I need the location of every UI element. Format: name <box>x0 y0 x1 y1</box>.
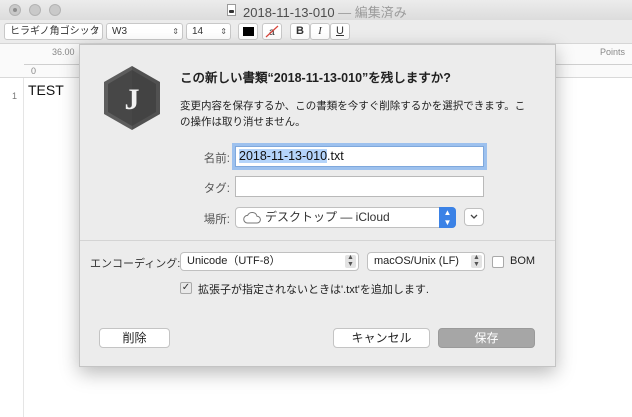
delete-button[interactable]: 削除 <box>99 328 170 348</box>
encoding-label: エンコーディング: <box>90 258 181 270</box>
document-proxy-icon[interactable] <box>227 4 236 16</box>
svg-text:J: J <box>125 83 140 116</box>
underline-button[interactable]: U <box>330 23 350 40</box>
font-weight-select[interactable]: W3 ⇕ <box>106 23 183 40</box>
ruler-position: 36.00 <box>52 47 75 57</box>
ruler-zero-mark: 0 <box>31 66 37 76</box>
save-dialog-sheet: J この新しい書類“2018-11-13-010”を残しますか? 変更内容を保存… <box>79 44 556 367</box>
append-extension-label: 拡張子が指定されないときは'.txt'を追加します. <box>198 284 429 296</box>
chevron-updown-icon: ▲ ▼ <box>471 254 482 268</box>
document-text[interactable]: TEST <box>28 82 64 98</box>
app-icon: J <box>104 66 160 130</box>
chevron-updown-icon: ⇕ <box>220 27 227 36</box>
line-ending-popup[interactable]: macOS/Unix (LF) ▲ ▼ <box>367 252 485 271</box>
chevron-updown-icon: ⇕ <box>92 27 99 36</box>
file-name-extension: .txt <box>327 149 344 163</box>
cancel-button[interactable]: キャンセル <box>333 328 430 348</box>
bold-button[interactable]: B <box>290 23 310 40</box>
window-title: 2018-11-13-010 — 編集済み <box>243 2 407 21</box>
file-name-field[interactable]: 2018-11-13-010.txt <box>235 146 484 167</box>
location-label: 場所: <box>203 214 230 226</box>
file-name-selection: 2018-11-13-010 <box>239 149 328 163</box>
encoding-popup[interactable]: Unicode（UTF-8） ▲ ▼ <box>180 252 359 271</box>
font-family-select[interactable]: ヒラギノ角ゴシック ⇕ <box>4 23 103 40</box>
chevron-updown-icon: ▲ ▼ <box>439 207 456 228</box>
highlight-color-button[interactable]: a <box>262 23 282 40</box>
highlight-none-icon: a <box>265 25 279 38</box>
encoding-value: Unicode（UTF-8） <box>187 255 281 267</box>
font-size-value: 14 <box>192 26 204 37</box>
chevron-updown-icon: ▲ ▼ <box>345 254 356 268</box>
italic-button[interactable]: I <box>310 23 330 40</box>
location-popup[interactable]: デスクトップ — iCloud ▲ ▼ <box>235 207 456 228</box>
append-extension-checkbox[interactable]: ✓ <box>180 282 192 294</box>
close-window-button[interactable] <box>9 4 21 16</box>
font-size-select[interactable]: 14 ⇕ <box>186 23 231 40</box>
svg-text:a: a <box>269 27 275 38</box>
line-ending-value: macOS/Unix (LF) <box>374 255 459 267</box>
dialog-title: この新しい書類“2018-11-13-010”を残しますか? <box>180 71 451 85</box>
chevron-down-icon <box>470 214 478 219</box>
save-button[interactable]: 保存 <box>438 328 535 348</box>
bom-checkbox[interactable] <box>492 256 504 268</box>
ruler-units: Points <box>600 47 626 57</box>
text-color-well[interactable] <box>238 23 258 40</box>
window-title-status: — 編集済み <box>334 5 407 20</box>
font-family-value: ヒラギノ角ゴシック <box>10 26 100 37</box>
minimize-window-button[interactable] <box>29 4 41 16</box>
dialog-message: 変更内容を保存するか、この書類を今すぐ削除するかを選択できます。この操作は取り消… <box>180 100 526 128</box>
bom-label: BOM <box>510 255 536 267</box>
zoom-window-button[interactable] <box>49 4 61 16</box>
window-title-name: 2018-11-13-010 <box>243 5 335 20</box>
name-label: 名前: <box>203 153 230 165</box>
text-color-swatch <box>243 27 254 36</box>
tags-field[interactable] <box>235 176 484 197</box>
chevron-updown-icon: ⇕ <box>172 27 179 36</box>
format-toolbar: ヒラギノ角ゴシック ⇕ W3 ⇕ 14 ⇕ a B I U <box>0 20 632 44</box>
dialog-divider <box>80 240 555 241</box>
font-weight-value: W3 <box>112 26 127 37</box>
location-value: デスクトップ — iCloud <box>265 210 390 224</box>
tags-label: タグ: <box>203 183 230 195</box>
title-bar: 2018-11-13-010 — 編集済み <box>0 0 632 20</box>
line-number: 1 <box>12 91 18 101</box>
icloud-icon <box>243 211 261 224</box>
expand-dialog-button[interactable] <box>464 208 484 226</box>
line-number-gutter <box>0 78 24 417</box>
